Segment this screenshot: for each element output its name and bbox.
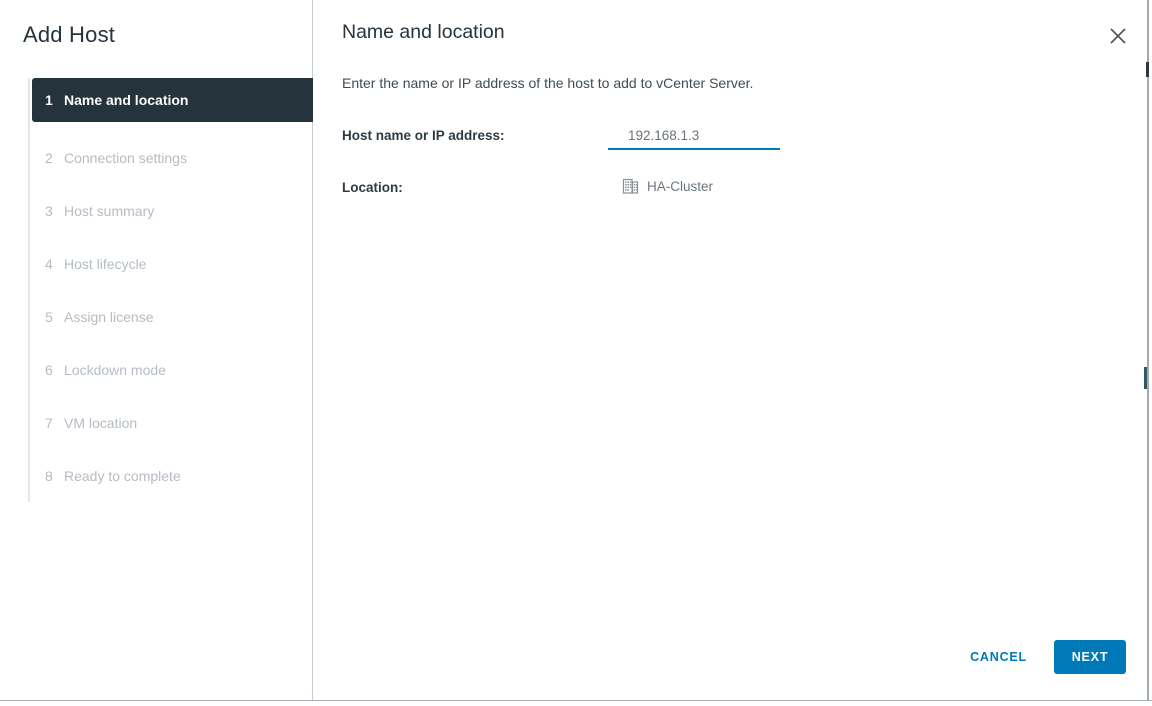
host-name-row: Host name or IP address: (342, 125, 780, 150)
step-host-lifecycle[interactable]: 4 Host lifecycle (0, 237, 313, 290)
host-form: Host name or IP address: Location: (342, 125, 780, 218)
wizard-title: Add Host (23, 22, 116, 47)
wizard-steps-list: 1 Name and location 2 Connection setting… (0, 78, 313, 502)
step-label: VM location (64, 414, 138, 431)
host-name-input[interactable] (608, 125, 780, 150)
step-number: 8 (45, 467, 53, 484)
step-label: Ready to complete (64, 467, 181, 484)
wizard-content-pane: Name and location Enter the name or IP a… (314, 0, 1152, 700)
step-number: 1 (45, 92, 53, 108)
step-number: 4 (45, 255, 53, 272)
step-number: 5 (45, 308, 53, 325)
location-value: HA-Cluster (622, 177, 713, 195)
host-name-label: Host name or IP address: (342, 128, 505, 143)
close-icon (1109, 28, 1127, 48)
step-label: Name and location (64, 92, 189, 108)
step-label: Host summary (64, 202, 155, 219)
location-label: Location: (342, 180, 403, 195)
add-host-wizard-dialog: Add Host 1 Name and location 2 Connectio… (0, 0, 1152, 701)
step-label: Assign license (64, 308, 154, 325)
step-number: 7 (45, 414, 53, 431)
close-button[interactable] (1108, 27, 1128, 47)
next-button[interactable]: NEXT (1054, 640, 1126, 674)
page-title: Name and location (342, 21, 505, 43)
step-host-summary[interactable]: 3 Host summary (0, 184, 313, 237)
window-edge-divider (1147, 0, 1149, 700)
step-vm-location[interactable]: 7 VM location (0, 396, 313, 449)
cluster-icon (622, 178, 639, 195)
step-number: 2 (45, 149, 53, 166)
step-ready-to-complete[interactable]: 8 Ready to complete (0, 449, 313, 502)
scrollbar-thumb[interactable] (1144, 367, 1147, 389)
step-number: 6 (45, 361, 53, 378)
step-assign-license[interactable]: 5 Assign license (0, 290, 313, 343)
location-name: HA-Cluster (647, 179, 714, 194)
step-label: Lockdown mode (64, 361, 166, 378)
page-description: Enter the name or IP address of the host… (342, 75, 754, 91)
cancel-button[interactable]: CANCEL (970, 650, 1027, 664)
step-label: Host lifecycle (64, 255, 147, 272)
wizard-sidebar: Add Host 1 Name and location 2 Connectio… (0, 0, 313, 700)
window-edge-mark (1146, 62, 1149, 77)
location-row: Location: HA-Cluster (342, 177, 780, 195)
step-label: Connection settings (64, 149, 187, 166)
step-number: 3 (45, 202, 53, 219)
step-connection-settings[interactable]: 2 Connection settings (0, 131, 313, 184)
step-lockdown-mode[interactable]: 6 Lockdown mode (0, 343, 313, 396)
step-name-and-location[interactable]: 1 Name and location (32, 78, 313, 122)
wizard-footer: CANCEL NEXT (970, 640, 1126, 674)
